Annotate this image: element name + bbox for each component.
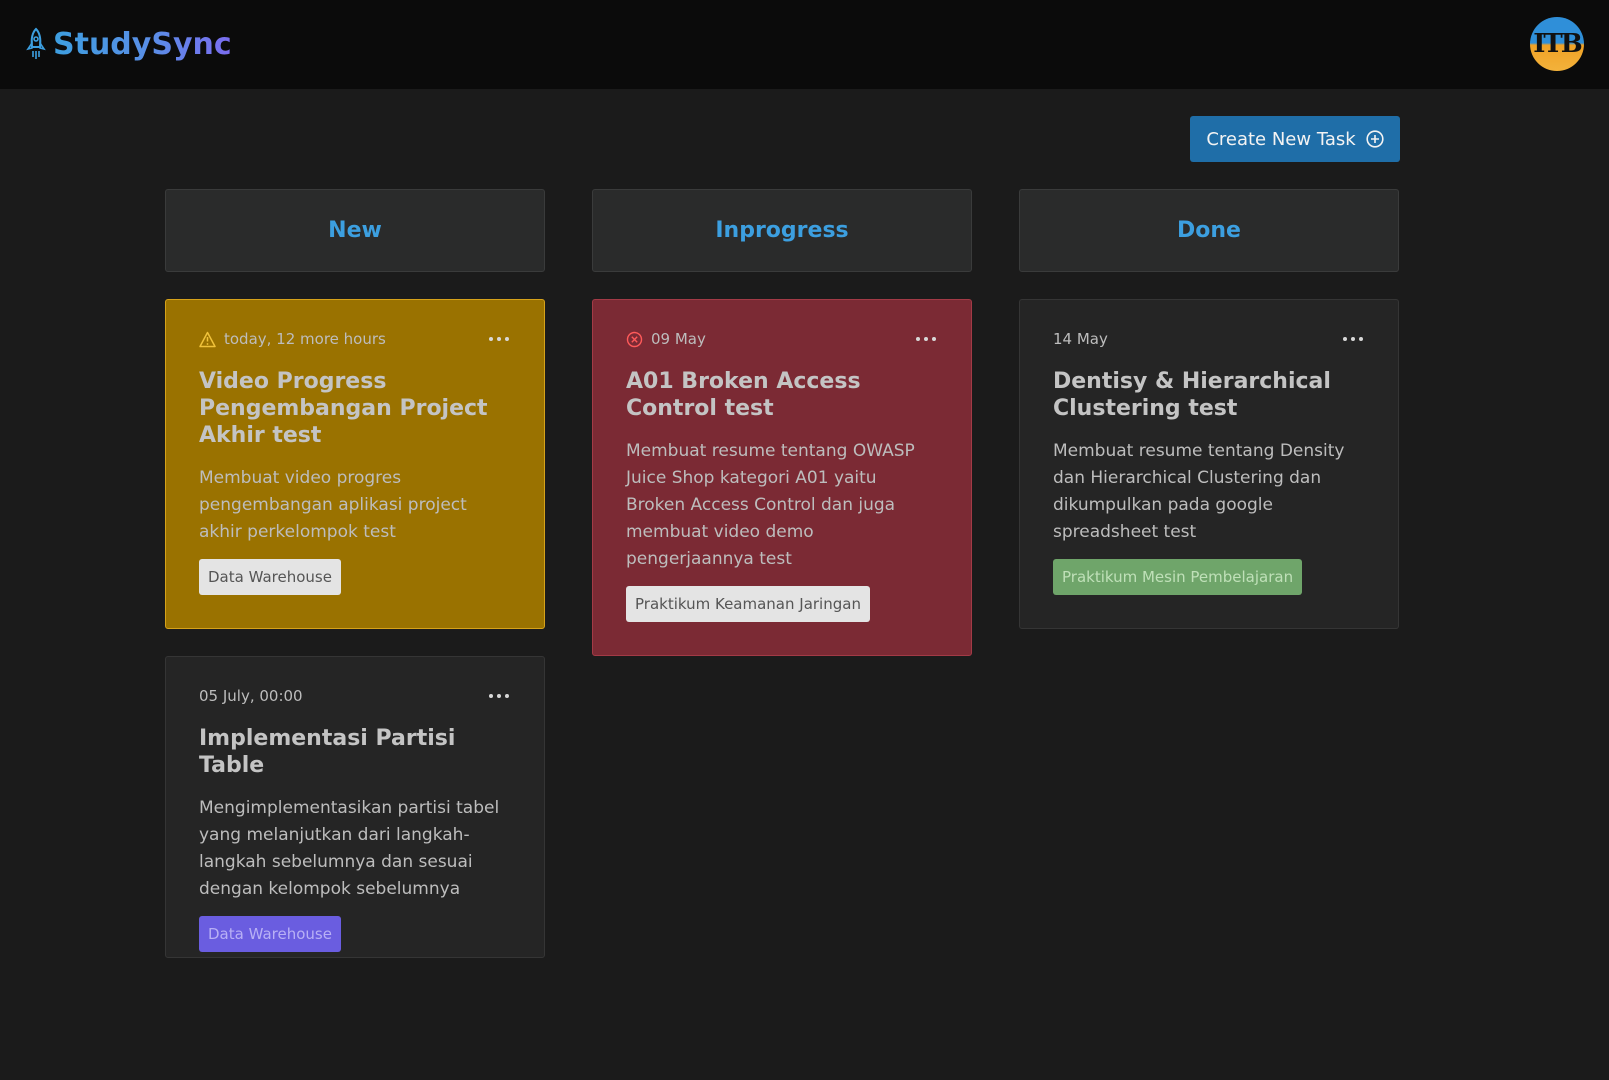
avatar-text: ITB: [1533, 29, 1582, 59]
task-description: Mengimplementasikan partisi tabel yang m…: [199, 798, 500, 899]
column-title: Done: [1177, 218, 1241, 243]
task-card[interactable]: 09 May A01 Broken Access Control test Me…: [592, 299, 972, 656]
column-title: Inprogress: [715, 218, 849, 243]
course-tag: Praktikum Mesin Pembelajaran: [1053, 559, 1303, 595]
task-title: A01 Broken Access Control test: [626, 369, 861, 421]
course-tag: Data Warehouse: [199, 559, 341, 595]
create-new-task-button[interactable]: Create New Task: [1190, 116, 1400, 162]
avatar[interactable]: ITB: [1530, 17, 1584, 71]
task-description: Membuat resume tentang OWASP Juice Shop …: [626, 441, 915, 569]
more-options-icon[interactable]: [489, 687, 509, 705]
task-title: Implementasi Partisi Table: [199, 726, 456, 778]
task-due-date: 05 July, 00:00: [199, 687, 303, 705]
task-card[interactable]: 05 July, 00:00 Implementasi Partisi Tabl…: [165, 656, 545, 958]
more-options-icon[interactable]: [1343, 330, 1363, 348]
task-due-date: 14 May: [1053, 330, 1108, 348]
task-card[interactable]: 14 May Dentisy & Hierarchical Clustering…: [1019, 299, 1399, 629]
task-description: Membuat resume tentang Density dan Hiera…: [1053, 441, 1345, 542]
column-header-done: Done: [1019, 189, 1399, 272]
course-tag: Data Warehouse: [199, 916, 341, 952]
top-navbar: StudySync ITB: [0, 0, 1609, 89]
task-title: Video Progress Pengembangan Project Akhi…: [199, 369, 488, 448]
task-due-date: 09 May: [651, 330, 706, 348]
column-title: New: [328, 218, 382, 243]
course-tag: Praktikum Keamanan Jaringan: [626, 586, 870, 622]
app-name: StudySync: [53, 26, 232, 62]
create-new-task-label: Create New Task: [1206, 128, 1356, 150]
task-title: Dentisy & Hierarchical Clustering test: [1053, 369, 1331, 421]
more-options-icon[interactable]: [489, 330, 509, 348]
rocket-icon: [26, 27, 46, 59]
task-card[interactable]: today, 12 more hours Video Progress Peng…: [165, 299, 545, 629]
column-header-inprogress: Inprogress: [592, 189, 972, 272]
plus-circle-icon: [1366, 130, 1384, 148]
task-due-date: today, 12 more hours: [224, 330, 386, 348]
brand-logo[interactable]: StudySync: [25, 24, 232, 64]
column-header-new: New: [165, 189, 545, 272]
warning-icon: [199, 331, 216, 347]
task-description: Membuat video progres pengembangan aplik…: [199, 468, 467, 542]
overdue-x-circle-icon: [626, 331, 643, 347]
more-options-icon[interactable]: [916, 330, 936, 348]
